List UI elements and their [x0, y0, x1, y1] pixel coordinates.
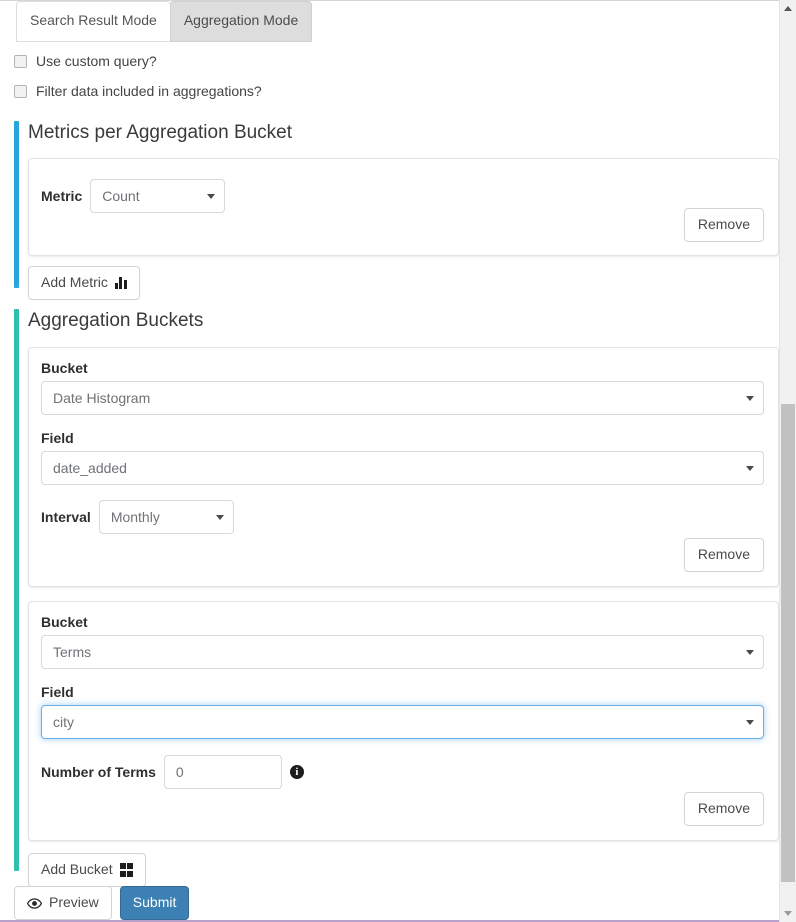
number-of-terms-label: Number of Terms [41, 764, 156, 780]
chevron-down-icon [746, 720, 754, 725]
interval-value: Monthly [110, 509, 160, 525]
metrics-section-title: Metrics per Aggregation Bucket [28, 122, 293, 143]
metric-field-group: Metric Count [41, 179, 226, 213]
number-of-terms-value: 0 [175, 764, 184, 780]
metrics-section: Metrics per Aggregation Bucket Metric Co… [14, 121, 779, 300]
add-metric-button[interactable]: Add Metric [28, 266, 140, 300]
chevron-down-icon [746, 650, 754, 655]
bucket-1-fields: Bucket Date Histogram Field date_added I… [41, 360, 764, 534]
filter-data-row[interactable]: Filter data included in aggregations? [14, 80, 262, 102]
mode-tabs: Search Result Mode Aggregation Mode [16, 1, 313, 42]
grid-icon [119, 863, 134, 877]
query-options: Use custom query? Filter data included i… [14, 50, 262, 110]
tab-aggregation-mode[interactable]: Aggregation Mode [169, 1, 313, 42]
interval-label: Interval [41, 509, 91, 525]
chevron-down-icon [746, 396, 754, 401]
filter-data-label[interactable]: Filter data included in aggregations? [36, 83, 262, 99]
bucket-field-value: city [53, 714, 74, 730]
buckets-section-title: Aggregation Buckets [28, 310, 204, 331]
submit-button[interactable]: Submit [119, 886, 190, 920]
bucket-type-select[interactable]: Date Histogram [41, 381, 764, 415]
scroll-down-arrow-icon [784, 911, 792, 916]
metric-label: Metric [41, 188, 83, 204]
bucket-field-select[interactable]: date_added [41, 451, 764, 485]
tab-search-result-mode[interactable]: Search Result Mode [16, 1, 171, 42]
bucket-type-value: Date Histogram [53, 390, 151, 406]
preview-button[interactable]: Preview [14, 886, 112, 920]
bucket-2-fields: Bucket Terms Field city Number of Terms … [41, 614, 764, 789]
metric-select-value: Count [102, 188, 140, 204]
remove-bucket-button[interactable]: Remove [683, 792, 764, 826]
chevron-down-icon [746, 466, 754, 471]
add-bucket-label: Add Bucket [41, 861, 113, 877]
bucket-card: Bucket Terms Field city Number of Terms … [28, 601, 779, 841]
scroll-down-button[interactable] [780, 905, 796, 922]
bucket-type-label: Bucket [41, 614, 88, 630]
metric-select[interactable]: Count [90, 179, 226, 213]
remove-metric-button[interactable]: Remove [683, 208, 764, 242]
bucket-field-label: Field [41, 684, 74, 700]
bucket-field-select[interactable]: city [41, 705, 764, 739]
form-actions: Preview Submit [14, 886, 190, 920]
aggregation-form-panel: Search Result Mode Aggregation Mode Use … [0, 0, 779, 922]
interval-group: Interval Monthly [41, 500, 764, 534]
use-custom-query-checkbox[interactable] [14, 54, 27, 68]
filter-data-checkbox[interactable] [14, 84, 27, 98]
metrics-accent-bar [14, 121, 19, 288]
info-icon[interactable]: i [289, 765, 304, 779]
chevron-down-icon [215, 515, 224, 520]
interval-select[interactable]: Monthly [98, 500, 234, 534]
scroll-up-arrow-icon [784, 6, 792, 11]
use-custom-query-row[interactable]: Use custom query? [14, 50, 262, 72]
bucket-type-select[interactable]: Terms [41, 635, 764, 669]
scroll-up-button[interactable] [780, 0, 796, 17]
add-metric-label: Add Metric [41, 274, 108, 290]
bucket-field-value: date_added [53, 460, 127, 476]
add-bucket-button[interactable]: Add Bucket [28, 853, 147, 887]
preview-label: Preview [49, 894, 99, 910]
buckets-accent-bar [14, 309, 19, 871]
number-of-terms-group: Number of Terms 0 i [41, 755, 764, 789]
chevron-down-icon [207, 194, 216, 199]
remove-bucket-button[interactable]: Remove [683, 538, 764, 572]
number-of-terms-input[interactable]: 0 [163, 755, 282, 789]
eye-icon [26, 896, 43, 910]
bar-chart-icon [114, 276, 127, 289]
vertical-scrollbar[interactable] [779, 0, 796, 922]
app-window: Search Result Mode Aggregation Mode Use … [0, 0, 796, 922]
bucket-card: Bucket Date Histogram Field date_added I… [28, 347, 779, 587]
aggregation-buckets-section: Aggregation Buckets Bucket Date Histogra… [14, 309, 779, 887]
bucket-type-label: Bucket [41, 360, 88, 376]
scrollbar-thumb[interactable] [781, 404, 795, 882]
bucket-field-label: Field [41, 430, 74, 446]
use-custom-query-label[interactable]: Use custom query? [36, 53, 157, 69]
metric-card: Metric Count Remove [28, 158, 779, 256]
bucket-type-value: Terms [53, 644, 92, 660]
